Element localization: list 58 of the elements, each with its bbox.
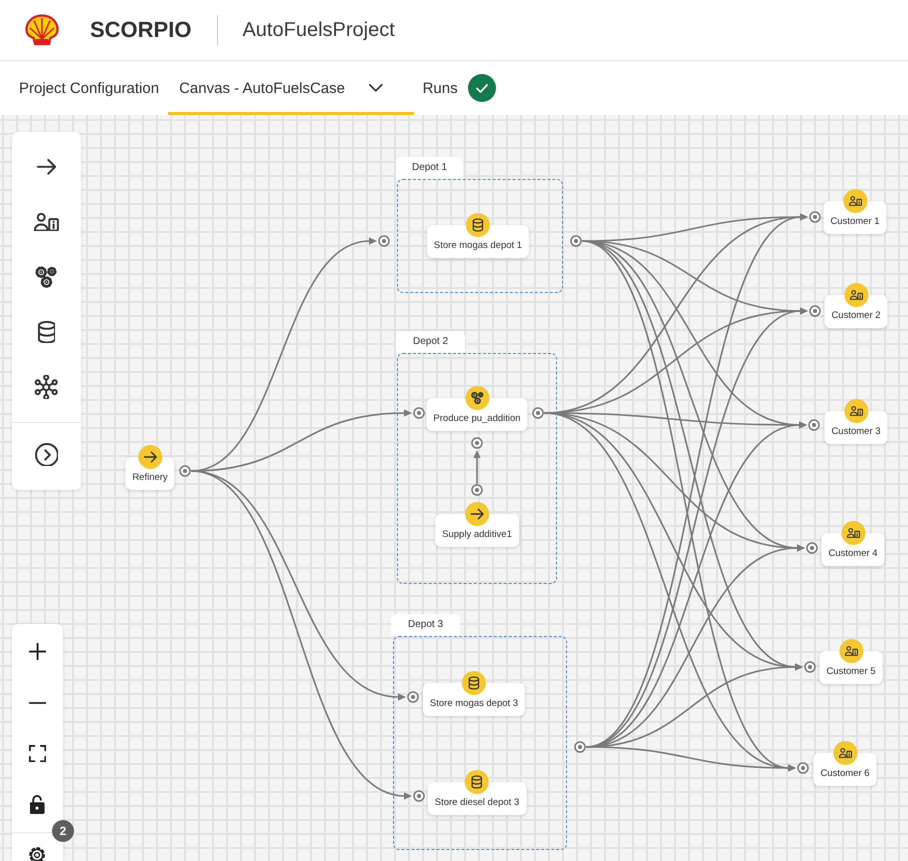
person-card-icon	[34, 212, 59, 232]
port-icon[interactable]	[806, 542, 818, 554]
port-icon[interactable]	[378, 235, 390, 247]
group-label: Depot 1	[396, 157, 463, 179]
port-icon[interactable]	[808, 419, 820, 431]
app-name: SCORPIO	[90, 17, 192, 43]
chevron-circle-icon	[34, 442, 58, 466]
person-card-icon	[841, 521, 865, 545]
port-icon[interactable]	[809, 211, 821, 223]
port-icon[interactable]	[570, 235, 582, 247]
node-label: Store diesel depot 3	[434, 797, 520, 809]
person-card-icon	[844, 399, 868, 423]
person-card-icon	[839, 639, 863, 663]
node-label: Customer 6	[820, 768, 870, 780]
tab[interactable]: Project Configuration	[10, 61, 168, 115]
port-icon[interactable]	[797, 762, 809, 774]
port-icon[interactable]	[471, 437, 483, 449]
group-label: Depot 3	[391, 614, 460, 636]
project-name: AutoFuelsProject	[242, 18, 395, 42]
group-label: Depot 2	[396, 331, 465, 353]
port-icon[interactable]	[413, 407, 425, 419]
node-label: Supply additive1	[442, 529, 512, 541]
settings-icon	[29, 847, 46, 861]
count-badge: 2	[52, 820, 74, 842]
port-icon[interactable]	[413, 790, 425, 802]
port-icon[interactable]	[574, 741, 586, 753]
person-card-icon	[844, 283, 868, 307]
port-icon[interactable]	[471, 484, 483, 496]
port-icon[interactable]	[179, 465, 191, 477]
person-card-icon	[843, 189, 867, 213]
database-icon	[38, 320, 56, 344]
arrow-right-icon	[36, 159, 56, 175]
node-label: Produce pu_addition	[433, 413, 521, 425]
minus-icon	[28, 702, 46, 704]
node-label: Customer 4	[828, 548, 878, 560]
network-icon	[34, 374, 59, 400]
tab[interactable]: Runs	[414, 61, 505, 115]
node-label: Refinery	[132, 472, 168, 484]
plus-icon	[28, 642, 46, 660]
node-label: Customer 2	[831, 310, 881, 322]
shell-logo	[25, 14, 59, 46]
node-label: Store mogas depot 3	[430, 698, 518, 710]
node-label: Customer 3	[831, 426, 881, 438]
chevron-down-icon	[369, 84, 383, 92]
person-card-icon	[833, 741, 857, 765]
arrow-right-icon	[138, 445, 162, 469]
node-label: Customer 5	[826, 666, 876, 678]
padlock-icon	[30, 795, 45, 814]
gears-icon	[35, 266, 58, 288]
port-icon[interactable]	[407, 691, 419, 703]
connector-arrow	[473, 450, 481, 484]
port-icon[interactable]	[804, 661, 816, 673]
node-label: Store mogas depot 1	[434, 240, 522, 252]
fullscreen-icon	[28, 744, 46, 762]
arrow-right-icon	[465, 502, 489, 526]
port-icon[interactable]	[809, 305, 821, 317]
port-icon[interactable]	[532, 407, 544, 419]
node-label: Customer 1	[830, 216, 880, 228]
